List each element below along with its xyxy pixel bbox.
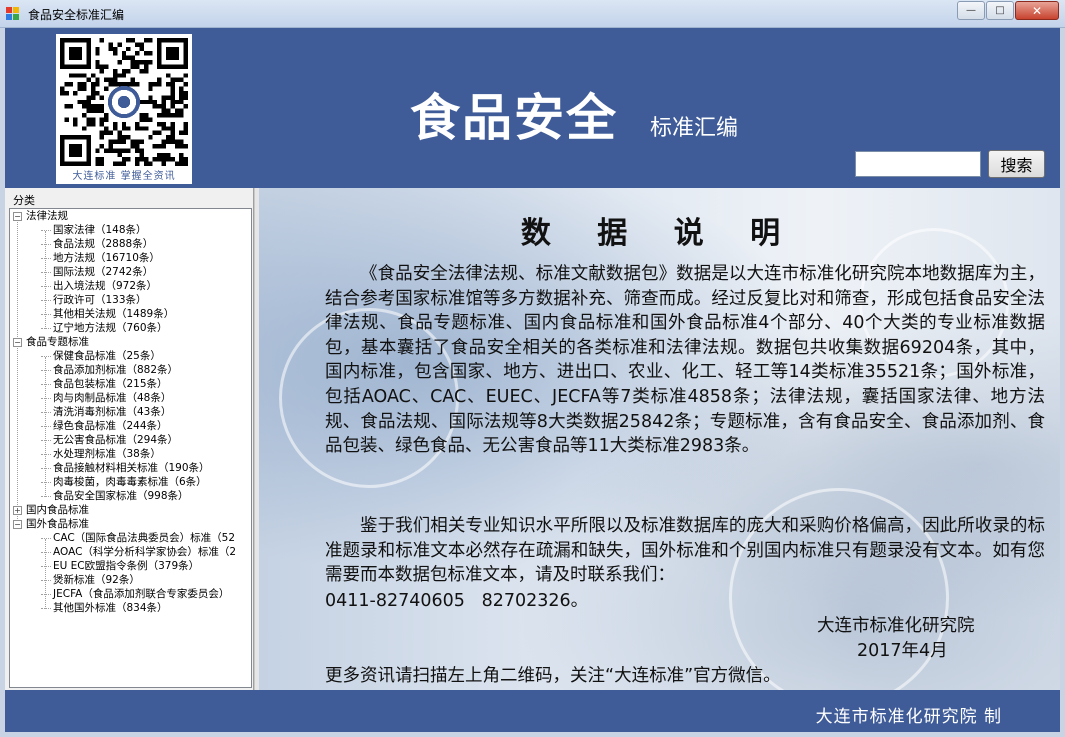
qr-code-image: [56, 34, 192, 170]
tree-item[interactable]: 国家法律（148条）: [10, 223, 251, 237]
qr-caption: 大连标准 掌握全资讯: [56, 170, 192, 184]
app-icon: [6, 7, 20, 21]
tree-item[interactable]: 食品包装标准（215条）: [10, 377, 251, 391]
tree-item[interactable]: AOAC（科学分析科学家协会）标准（2: [10, 545, 251, 559]
maximize-button[interactable]: □: [986, 1, 1014, 20]
category-tree[interactable]: − 法律法规 国家法律（148条） 食品法规（2888条） 地方法规（16710条） 国际…: [9, 208, 252, 688]
tree-item[interactable]: 食品安全国家标准（998条）: [10, 489, 251, 503]
tree-item[interactable]: 水处理剂标准（38条）: [10, 447, 251, 461]
window-titlebar[interactable]: 食品安全标准汇编 — □ ✕: [0, 0, 1065, 28]
tree-item[interactable]: EU EC欧盟指令条例（379条）: [10, 559, 251, 573]
tree-group-label: 法律法规: [26, 210, 68, 222]
tree-group-label: 国内食品标准: [26, 504, 89, 516]
tree-item[interactable]: 辽宁地方法规（760条）: [10, 321, 251, 335]
collapse-icon[interactable]: −: [13, 338, 22, 347]
tree-item[interactable]: 煲新标准（92条）: [10, 573, 251, 587]
tree-item[interactable]: 地方法规（16710条）: [10, 251, 251, 265]
tree-group-label: 国外食品标准: [26, 518, 89, 530]
collapse-icon[interactable]: −: [13, 212, 22, 221]
tree-item[interactable]: 出入境法规（972条）: [10, 279, 251, 293]
tree-group-label: 食品专题标准: [26, 336, 89, 348]
signature-date: 2017年4月: [857, 641, 948, 661]
minimize-button[interactable]: —: [957, 1, 985, 20]
tree-item[interactable]: 其他国外标准（834条）: [10, 601, 251, 615]
header-banner: 大连标准 掌握全资讯 食品安全 标准汇编 搜索: [5, 28, 1060, 188]
footer-credit: 大连市标准化研究院 制: [815, 707, 1002, 727]
tree-item[interactable]: 无公害食品标准（294条）: [10, 433, 251, 447]
search-input[interactable]: [855, 151, 981, 177]
tree-item[interactable]: 食品法规（2888条）: [10, 237, 251, 251]
tree-item[interactable]: 清洗消毒剂标准（43条）: [10, 405, 251, 419]
tree-item[interactable]: 保健食品标准（25条）: [10, 349, 251, 363]
tree-group[interactable]: − 法律法规: [10, 209, 251, 223]
qr-code-icon: [60, 38, 188, 166]
tree-group[interactable]: − 国外食品标准: [10, 517, 251, 531]
tree-item[interactable]: CAC（国际食品法典委员会）标准（52: [10, 531, 251, 545]
content-panel: 数 据 说 明 《食品安全法律法规、标准文献数据包》数据是以大连市标准化研究院本…: [259, 188, 1060, 690]
signature-org: 大连市标准化研究院: [817, 616, 975, 636]
tree-item[interactable]: 食品添加剂标准（882条）: [10, 363, 251, 377]
expand-icon[interactable]: +: [13, 506, 22, 515]
content-title: 数 据 说 明: [520, 216, 799, 251]
tree-group[interactable]: + 国内食品标准: [10, 503, 251, 517]
description-paragraph: 《食品安全法律法规、标准文献数据包》数据是以大连市标准化研究院本地数据库为主，结…: [325, 264, 1045, 457]
tree-item[interactable]: 肉与肉制品标准（48条）: [10, 391, 251, 405]
footer-bar: 大连市标准化研究院 制: [5, 690, 1060, 732]
tree-item[interactable]: 食品接触材料相关标准（190条）: [10, 461, 251, 475]
tree-item[interactable]: JECFA（食品添加剂联合专家委员会）: [10, 587, 251, 601]
category-sidebar: 分类 − 法律法规 国家法律（148条） 食品法规（2888条） 地方法规（16710条…: [5, 188, 254, 690]
tree-item[interactable]: 其他相关法规（1489条）: [10, 307, 251, 321]
disclaimer-paragraph: 鉴于我们相关专业知识水平所限以及标准数据库的庞大和采购价格偏高，因此所收录的标准…: [325, 516, 1045, 586]
close-button[interactable]: ✕: [1015, 1, 1059, 20]
window-title: 食品安全标准汇编: [28, 8, 125, 22]
search-button[interactable]: 搜索: [988, 150, 1045, 178]
tree-group[interactable]: − 食品专题标准: [10, 335, 251, 349]
sub-title: 标准汇编: [650, 116, 739, 141]
tree-item[interactable]: 绿色食品标准（244条）: [10, 419, 251, 433]
main-title: 食品安全: [410, 88, 618, 147]
more-info-text: 更多资讯请扫描左上角二维码，关注“大连标准”官方微信。: [325, 666, 781, 686]
collapse-icon[interactable]: −: [13, 520, 22, 529]
tree-item[interactable]: 肉毒梭菌，肉毒毒素标准（6条）: [10, 475, 251, 489]
sidebar-title: 分类: [13, 194, 35, 207]
tree-item[interactable]: 行政许可（133条）: [10, 293, 251, 307]
window-controls: — □ ✕: [956, 1, 1059, 20]
tree-item[interactable]: 国际法规（2742条）: [10, 265, 251, 279]
contact-phone: 0411-82740605 82702326。: [325, 591, 589, 611]
